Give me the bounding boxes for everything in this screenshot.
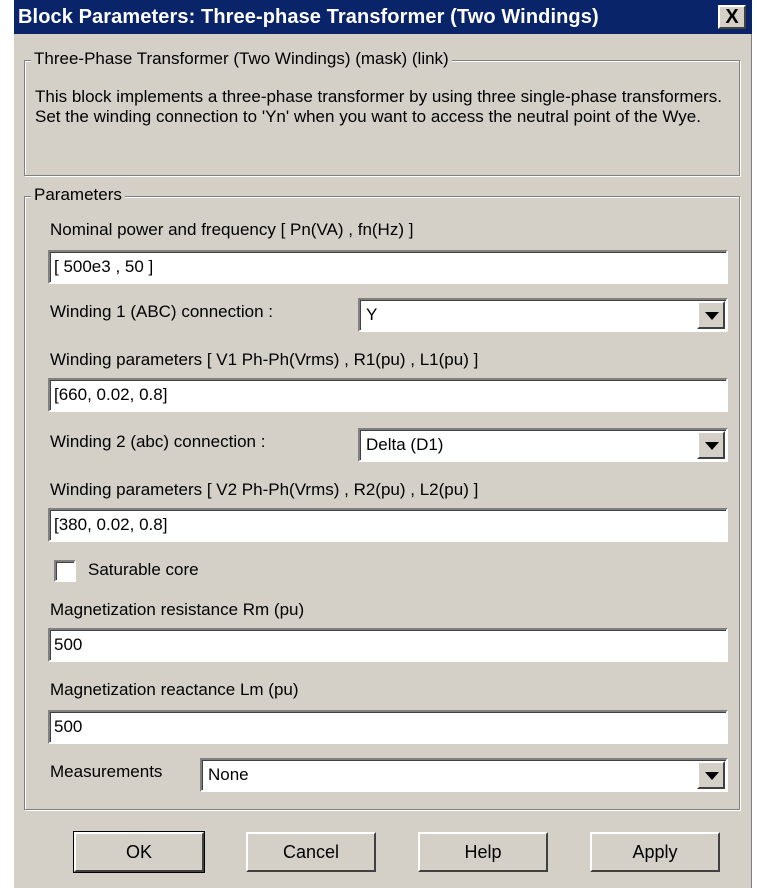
measurements-select[interactable]: None [200, 758, 728, 792]
rm-input[interactable]: 500 [48, 628, 728, 662]
winding2-connection-value: Delta (D1) [366, 435, 444, 454]
parameters-legend: Parameters [31, 185, 125, 205]
winding1-connection-label: Winding 1 (ABC) connection : [50, 302, 273, 321]
winding1-connection-select[interactable]: Y [358, 298, 728, 332]
dialog-window: Block Parameters: Three-phase Transforme… [14, 0, 752, 888]
ok-button[interactable]: OK [74, 832, 204, 872]
apply-button[interactable]: Apply [590, 832, 720, 872]
winding1-params-label: Winding parameters [ V1 Ph-Ph(Vrms) , R1… [50, 350, 479, 369]
measurements-label: Measurements [50, 762, 163, 781]
close-button[interactable]: X [718, 5, 746, 29]
measurements-value: None [208, 765, 249, 784]
description-text: This block implements a three-phase tran… [35, 87, 722, 126]
description-group: Three-Phase Transformer (Two Windings) (… [24, 49, 740, 176]
winding2-connection-label: Winding 2 (abc) connection : [50, 432, 266, 451]
saturable-core-label: Saturable core [88, 560, 199, 579]
lm-label: Magnetization reactance Lm (pu) [50, 680, 299, 699]
winding2-params-input[interactable]: [380, 0.02, 0.8] [48, 508, 728, 542]
chevron-down-icon[interactable] [697, 301, 725, 329]
lm-input[interactable]: 500 [48, 710, 728, 744]
nominal-power-input[interactable]: [ 500e3 , 50 ] [48, 250, 728, 284]
winding1-connection-value: Y [366, 305, 378, 324]
cancel-button[interactable]: Cancel [246, 832, 376, 872]
help-button[interactable]: Help [418, 832, 548, 872]
title-bar[interactable]: Block Parameters: Three-phase Transforme… [14, 0, 752, 34]
saturable-core-checkbox[interactable] [54, 560, 76, 582]
window-title: Block Parameters: Three-phase Transforme… [18, 6, 599, 28]
description-legend: Three-Phase Transformer (Two Windings) (… [31, 49, 452, 69]
winding1-params-input[interactable]: [660, 0.02, 0.8] [48, 378, 728, 412]
chevron-down-icon[interactable] [697, 761, 725, 789]
winding2-connection-select[interactable]: Delta (D1) [358, 428, 728, 462]
nominal-power-label: Nominal power and frequency [ Pn(VA) , f… [50, 220, 414, 239]
winding2-params-label: Winding parameters [ V2 Ph-Ph(Vrms) , R2… [50, 480, 479, 499]
chevron-down-icon[interactable] [697, 431, 725, 459]
rm-label: Magnetization resistance Rm (pu) [50, 600, 305, 619]
